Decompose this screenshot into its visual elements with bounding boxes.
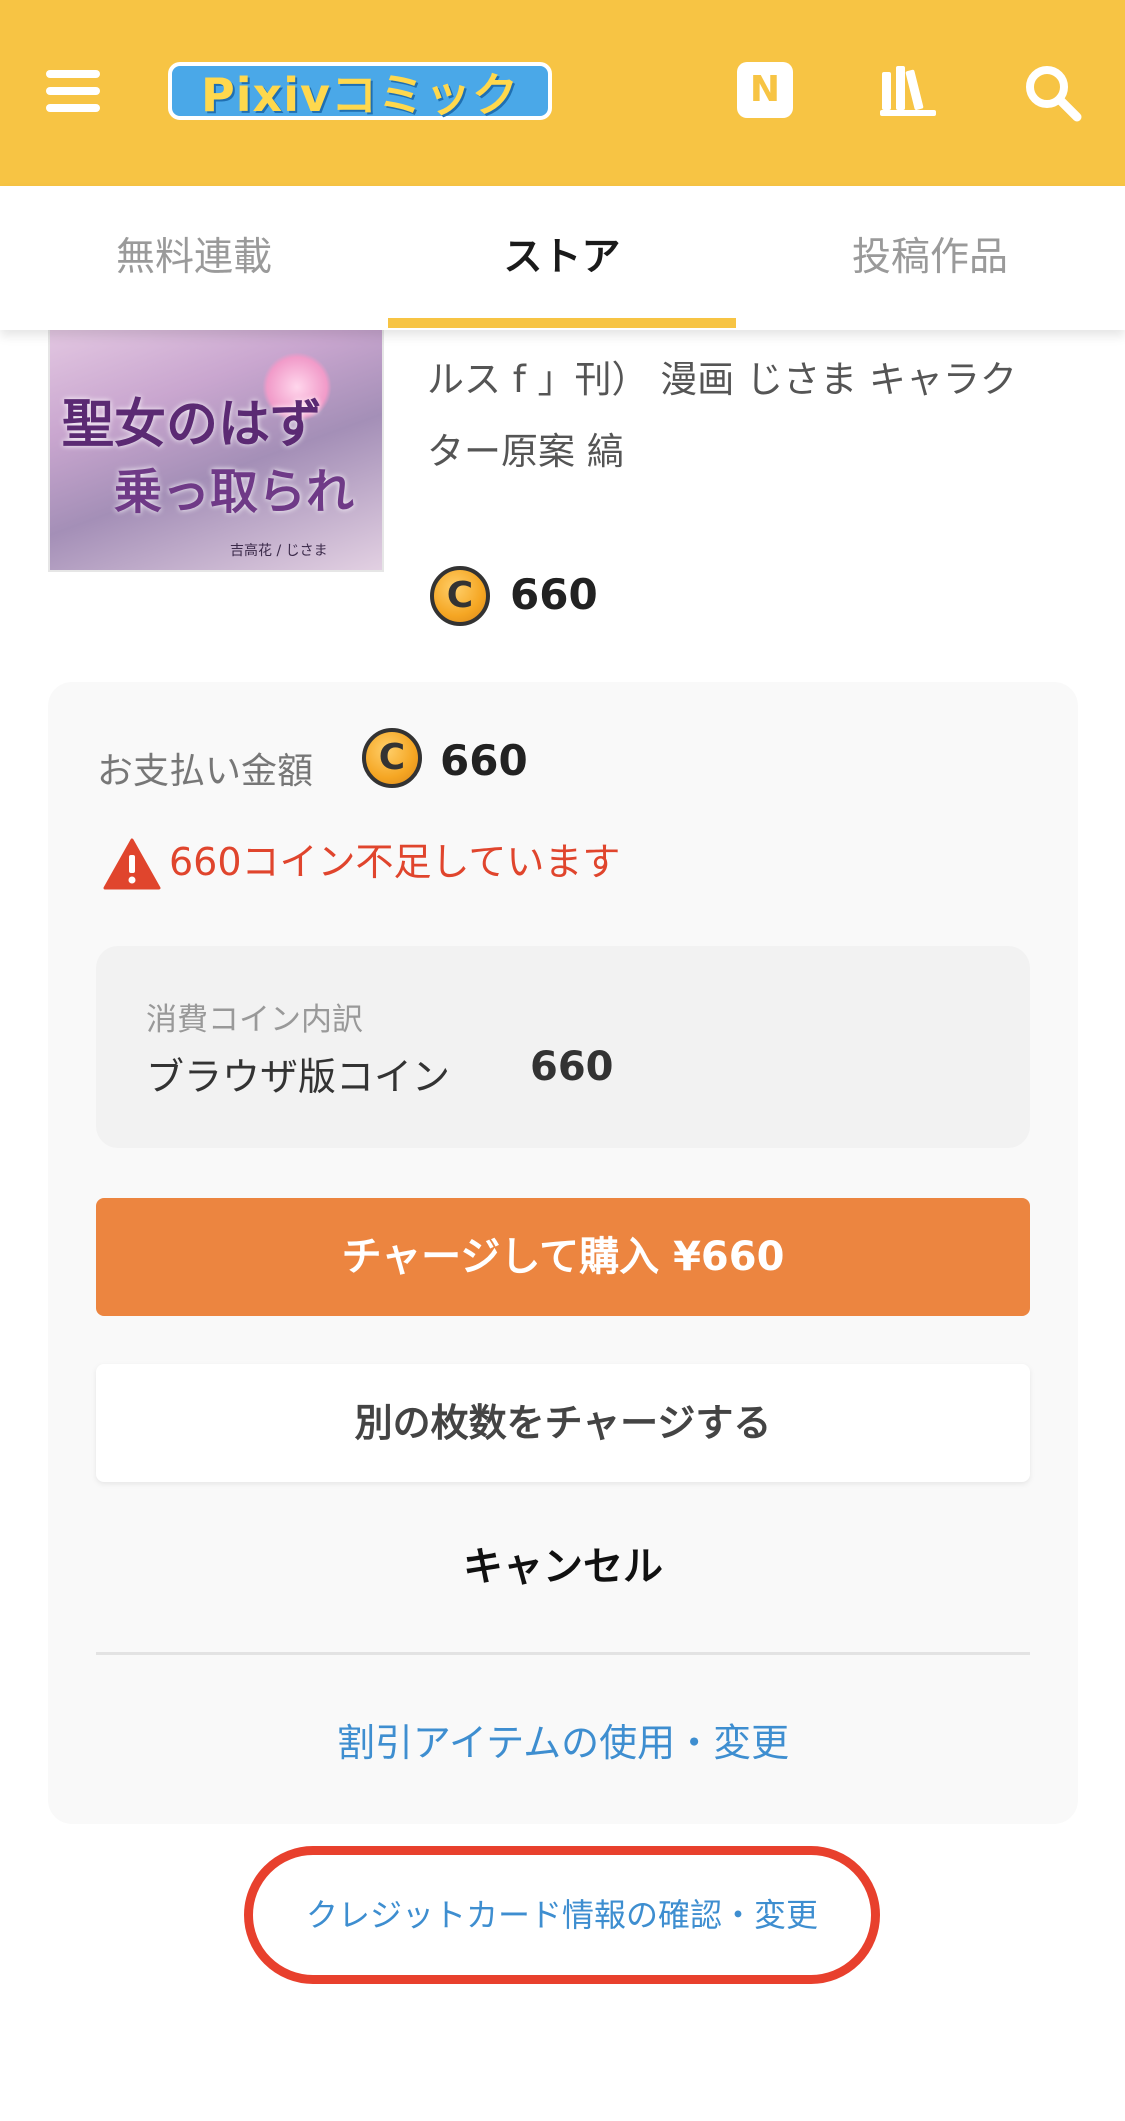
coin-icon: C: [362, 728, 422, 788]
book-cover-image[interactable]: 聖女のはず 乗っ取られ 吉高花 / じさま: [48, 300, 384, 572]
category-tabs: 無料連載 ストア 投稿作品: [0, 186, 1125, 330]
tab-free-serial[interactable]: 無料連載: [20, 186, 368, 330]
book-description: 原作 吉高花（「オーバーラップノベ ルス f 」刊） 漫画 じさま キャラク タ…: [427, 320, 1077, 520]
tab-posted-works[interactable]: 投稿作品: [756, 186, 1104, 330]
warning-text: 660コイン不足しています: [169, 840, 621, 884]
payment-amount-label: お支払い金額: [97, 751, 314, 792]
breakdown-label: ブラウザ版コイン: [146, 1055, 451, 1099]
description-line: ルス f 」刊） 漫画 じさま キャラク: [427, 358, 1017, 401]
coin-breakdown-box: 消費コイン内訳 ブラウザ版コイン 660: [96, 946, 1030, 1148]
bookshelf-icon[interactable]: [880, 62, 936, 118]
cover-title-line1: 聖女のはず: [62, 394, 323, 455]
coin-icon: C: [430, 566, 490, 626]
cover-title-line2: 乗っ取られ: [114, 464, 355, 520]
charge-and-buy-button[interactable]: チャージして購入 ¥660: [96, 1198, 1030, 1316]
description-line: ター原案 縞: [427, 430, 624, 473]
active-tab-indicator: [388, 318, 736, 328]
discount-item-link[interactable]: 割引アイテムの使用・変更: [96, 1698, 1030, 1788]
search-icon[interactable]: [1022, 62, 1082, 122]
warning-icon: [103, 838, 161, 890]
payment-amount-value: 660: [440, 736, 528, 785]
app-header: Pixivコミック N: [0, 0, 1125, 186]
highlight-ellipse: クレジットカード情報の確認・変更: [244, 1846, 880, 1984]
breakdown-title: 消費コイン内訳: [146, 1002, 363, 1038]
cancel-button[interactable]: キャンセル: [96, 1522, 1030, 1612]
credit-card-info-link[interactable]: クレジットカード情報の確認・変更: [253, 1855, 871, 1975]
price-value: 660: [510, 570, 598, 619]
pixiv-comic-logo[interactable]: Pixivコミック: [168, 62, 552, 122]
cover-credit: 吉高花 / じさま: [230, 543, 328, 559]
tab-store[interactable]: ストア: [388, 186, 736, 330]
charge-other-amount-button[interactable]: 別の枚数をチャージする: [96, 1364, 1030, 1482]
breakdown-value: 660: [530, 1044, 614, 1090]
news-icon[interactable]: N: [737, 62, 793, 118]
divider: [96, 1652, 1030, 1655]
purchase-panel: お支払い金額 C 660 660コイン不足しています 消費コイン内訳 ブラウザ版…: [48, 682, 1078, 1824]
menu-icon[interactable]: [46, 70, 100, 112]
